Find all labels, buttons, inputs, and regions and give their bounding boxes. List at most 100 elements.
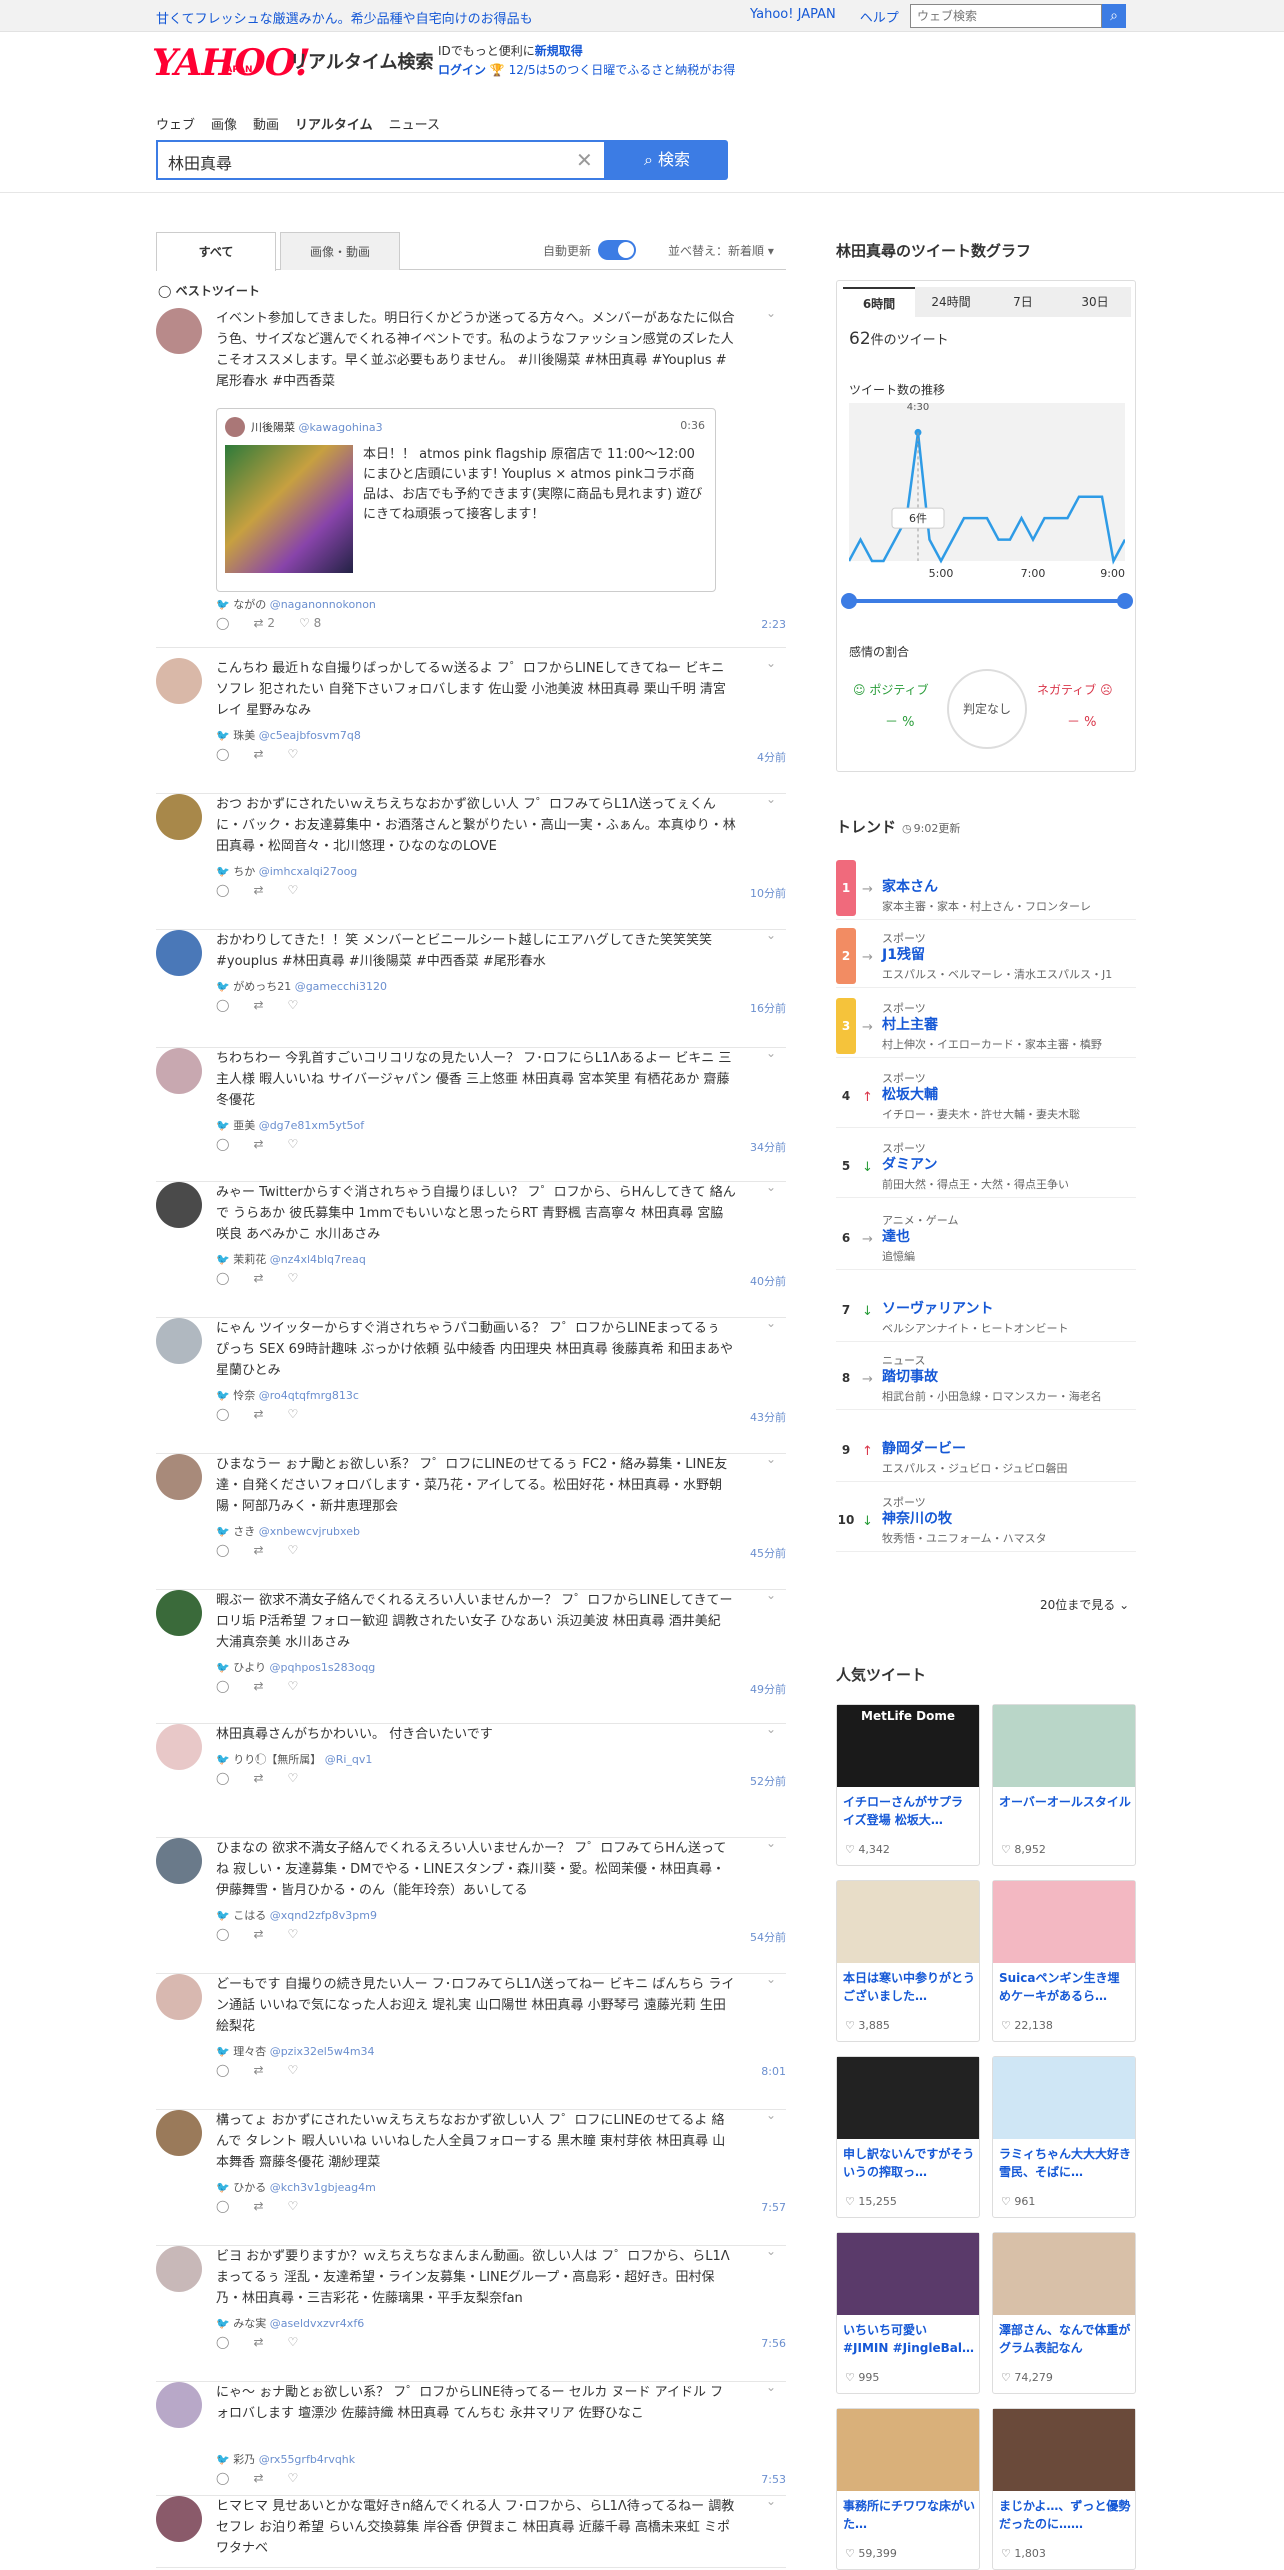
avatar[interactable] (156, 2496, 202, 2542)
trend-item[interactable]: 8 → ニュース 踏切事故 相武台前・小田急線・ロマンスカー・海老名 (836, 1346, 1136, 1410)
promo-link[interactable]: 甘くてフレッシュな厳選みかん。希少品種や自宅向けのお得品も (156, 8, 533, 27)
tweet-user[interactable]: 🐦 茉莉花 @nz4xl4blq7reaq (216, 1251, 366, 1267)
filter-tab-all[interactable]: すべて (156, 232, 276, 271)
reply-icon[interactable]: ◯ (216, 1771, 229, 1785)
tweet-time[interactable]: 40分前 (750, 1273, 786, 1289)
trend-item[interactable]: 5 ↓ スポーツ ダミアン 前田大然・得点王・大然・得点王争い (836, 1134, 1136, 1198)
like-button[interactable]: ♡ (288, 2199, 299, 2213)
retweet-button[interactable]: ⇄ 2 (253, 616, 275, 630)
tweet-user[interactable]: 🐦 こはる @xqnd2zfp8v3pm9 (216, 1907, 377, 1923)
trend-word[interactable]: 村上主審 (882, 1014, 938, 1034)
like-button[interactable]: ♡ 8 (299, 616, 321, 630)
trend-item[interactable]: 2 → スポーツ J1残留 エスパルス・ベルマーレ・清水エスパルス・J1 (836, 924, 1136, 988)
avatar[interactable] (156, 1974, 202, 2020)
retweet-button[interactable]: ⇄ (253, 998, 263, 1012)
reply-icon[interactable]: ◯ (216, 1679, 229, 1693)
avatar[interactable] (156, 2110, 202, 2156)
trend-word[interactable]: 松坂大輔 (882, 1084, 938, 1104)
avatar[interactable] (156, 1590, 202, 1636)
trend-item[interactable]: 7 ↓ ソーヴァリアント ベルシアンナイト・ヒートオンビート (836, 1278, 1136, 1342)
retweet-button[interactable]: ⇄ (253, 2063, 263, 2077)
trend-more-link[interactable]: 20位まで見る ⌄ (1040, 1596, 1129, 1613)
popular-tweet-card[interactable]: 本日は寒い中参りがとうございました… ♡ 3,885 (836, 1880, 980, 2042)
tweet-user[interactable]: 🐦 ひより @pqhpos1s283oqg (216, 1659, 375, 1675)
like-button[interactable]: ♡ (288, 2471, 299, 2485)
popular-tweet-card[interactable]: Suicaペンギン生き埋めケーキがあるら… ♡ 22,138 (992, 1880, 1136, 2042)
retweet-button[interactable]: ⇄ (253, 2335, 263, 2349)
trend-word[interactable]: ソーヴァリアント (882, 1298, 993, 1318)
chevron-down-icon[interactable]: ⌄ (766, 1180, 776, 1194)
like-button[interactable]: ♡ (288, 883, 299, 897)
like-button[interactable]: ♡ (288, 1137, 299, 1151)
range-slider-start-handle[interactable] (841, 593, 857, 609)
chevron-down-icon[interactable]: ⌄ (766, 1836, 776, 1850)
reply-icon[interactable]: ◯ (216, 1407, 229, 1421)
avatar[interactable] (156, 1724, 202, 1770)
chevron-down-icon[interactable]: ⌄ (766, 2494, 776, 2508)
tab-web[interactable]: ウェブ (156, 114, 195, 133)
trend-item[interactable]: 4 ↑ スポーツ 松坂大輔 イチロー・妻夫木・許せ大輔・妻夫木聡 (836, 1064, 1136, 1128)
reply-icon[interactable]: ◯ (216, 1137, 229, 1151)
graph-tab-7d[interactable]: 7日 (987, 287, 1059, 317)
avatar[interactable] (156, 658, 202, 704)
chevron-down-icon[interactable]: ⌄ (766, 2244, 776, 2258)
tweet-time[interactable]: 16分前 (750, 1000, 786, 1016)
clear-icon[interactable]: ✕ (576, 148, 593, 172)
like-button[interactable]: ♡ (288, 1679, 299, 1693)
popular-tweet-card[interactable]: ラミィちゃん大大大好き 雪民、そばに… ♡ 961 (992, 2056, 1136, 2218)
chevron-down-icon[interactable]: ⌄ (766, 928, 776, 942)
retweet-button[interactable]: ⇄ (253, 1927, 263, 1941)
tweet-user[interactable]: 🐦 りり！⃝【無所属】 @Ri_qv1 (216, 1751, 372, 1767)
avatar[interactable] (156, 2382, 202, 2428)
tweet-time[interactable]: 49分前 (750, 1681, 786, 1697)
tweet-time[interactable]: 54分前 (750, 1929, 786, 1945)
chevron-down-icon[interactable]: ⌄ (766, 1452, 776, 1466)
avatar[interactable] (156, 1318, 202, 1364)
avatar[interactable] (156, 794, 202, 840)
chevron-down-icon[interactable]: ⌄ (766, 1316, 776, 1330)
reply-icon[interactable]: ◯ (216, 1927, 229, 1941)
tweet-user[interactable]: 🐦 亜美 @dg7e81xm5yt5of (216, 1117, 364, 1133)
reply-icon[interactable]: ◯ (216, 747, 229, 761)
trend-word[interactable]: 神奈川の牧 (882, 1508, 952, 1528)
tab-image[interactable]: 画像 (211, 114, 237, 133)
reply-icon[interactable]: ◯ (216, 2063, 229, 2077)
tweet-time[interactable]: 34分前 (750, 1139, 786, 1155)
retweet-button[interactable]: ⇄ (253, 1137, 263, 1151)
trend-item[interactable]: 10 ↓ スポーツ 神奈川の牧 牧秀悟・ユニフォーム・ハマスタ (836, 1488, 1136, 1552)
like-button[interactable]: ♡ (288, 1543, 299, 1557)
trend-item[interactable]: 9 ↑ 静岡ダービー エスパルス・ジュビロ・ジュビロ磐田 (836, 1418, 1136, 1482)
furusato-link[interactable]: 12/5は5のつく日曜でふるさと納税がお得 (509, 63, 736, 77)
sort-select[interactable]: 並べ替え：新着順 ▾ (668, 242, 774, 259)
trend-word[interactable]: 静岡ダービー (882, 1438, 966, 1458)
graph-tab-24h[interactable]: 24時間 (915, 287, 987, 317)
chevron-down-icon[interactable]: ⌄ (766, 1588, 776, 1602)
quote-image[interactable] (225, 445, 353, 573)
tweet-time[interactable]: 45分前 (750, 1545, 786, 1561)
tweet-user[interactable]: 🐦 ひかる @kch3v1gbjeag4m (216, 2179, 376, 2195)
range-slider-end-handle[interactable] (1117, 593, 1133, 609)
tab-news[interactable]: ニュース (389, 114, 440, 133)
tab-video[interactable]: 動画 (253, 114, 279, 133)
retweet-button[interactable]: ⇄ (253, 2199, 263, 2213)
popular-tweet-card[interactable]: まじかよ…、ずっと優勢だったのに…… ♡ 1,803 (992, 2408, 1136, 2570)
retweet-button[interactable]: ⇄ (253, 2471, 263, 2485)
chevron-down-icon[interactable]: ⌄ (766, 792, 776, 806)
reply-icon[interactable]: ◯ (216, 2335, 229, 2349)
trend-item[interactable]: 1 → 家本さん 家本主審・家本・村上さん・フロンターレ (836, 856, 1136, 920)
popular-tweet-card[interactable]: 事務所にチワワな床がいた… ♡ 59,399 (836, 2408, 980, 2570)
popular-tweet-card[interactable]: MetLife Dome イチローさんがサプライズ登場 松坂大… ♡ 4,342 (836, 1704, 980, 1866)
yahoo-logo[interactable]: YAHOO! (152, 42, 310, 84)
trend-word[interactable]: 踏切事故 (882, 1366, 938, 1386)
tweet-time[interactable]: 52分前 (750, 1773, 786, 1789)
retweet-button[interactable]: ⇄ (253, 1407, 263, 1421)
chevron-down-icon[interactable]: ⌄ (766, 1972, 776, 1986)
graph-tab-30d[interactable]: 30日 (1059, 287, 1131, 317)
trend-word[interactable]: 家本さん (882, 876, 938, 896)
trend-item[interactable]: 6 → アニメ・ゲーム 達也 追憶編 (836, 1206, 1136, 1270)
trend-word[interactable]: 達也 (882, 1226, 910, 1246)
retweet-button[interactable]: ⇄ (253, 747, 263, 761)
avatar[interactable] (156, 1454, 202, 1500)
tweet-user[interactable]: 🐦 怜奈 @ro4qtqfmrg813c (216, 1387, 359, 1403)
like-button[interactable]: ♡ (288, 1927, 299, 1941)
